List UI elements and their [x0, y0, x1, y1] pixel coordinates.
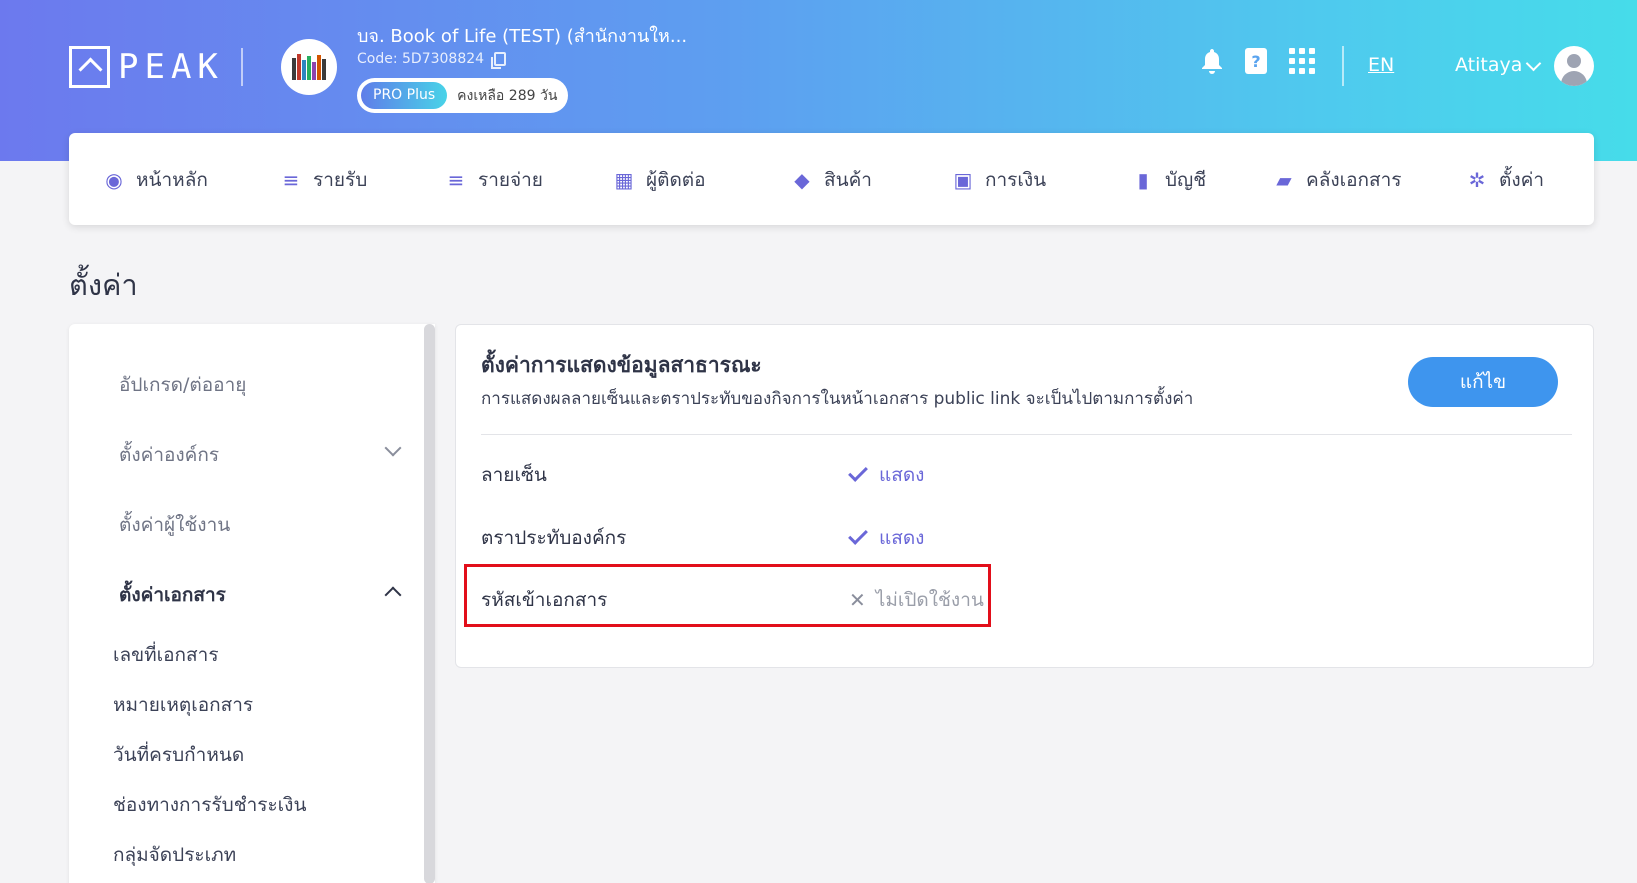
sidebar-subitem-category-group[interactable]: กลุ่มจัดประเภท: [113, 840, 236, 870]
main-nav: ◉ หน้าหลัก ≡ รายรับ ≡ รายจ่าย ▦ ผู้ติดต่…: [69, 133, 1594, 225]
company-code: Code: 5D7308824: [357, 51, 507, 69]
language-switch[interactable]: EN: [1368, 54, 1394, 76]
nav-label: รายรับ: [313, 169, 368, 191]
nav-label: สินค้า: [824, 169, 872, 191]
nav-item-settings[interactable]: ✲ ตั้งค่า: [1465, 165, 1544, 195]
chevron-down-icon[interactable]: [1525, 55, 1542, 72]
money-icon: ▣: [953, 168, 973, 192]
row-value-signature: แสดง: [848, 460, 925, 490]
copy-icon[interactable]: [491, 52, 507, 69]
header-divider: [1342, 46, 1344, 86]
page-title: ตั้งค่า: [69, 268, 138, 302]
nav-item-finance[interactable]: ▣ การเงิน: [951, 165, 1047, 195]
edit-button[interactable]: แก้ไข: [1408, 357, 1558, 407]
user-avatar[interactable]: [1554, 46, 1594, 86]
sidebar-subitem-doc-number[interactable]: เลขที่เอกสาร: [113, 640, 219, 670]
nav-label: บัญชี: [1165, 169, 1207, 191]
sidebar-scrollbar[interactable]: [424, 324, 435, 883]
card-divider: [481, 434, 1572, 435]
nav-item-contacts[interactable]: ▦ ผู้ติดต่อ: [612, 165, 706, 195]
sidebar-subitem-due-date[interactable]: วันที่ครบกำหนด: [113, 740, 244, 770]
header-icons: ?: [1201, 48, 1315, 74]
expense-list-icon: ≡: [447, 168, 465, 192]
nav-label: ผู้ติดต่อ: [646, 169, 706, 191]
logo-divider: [241, 48, 243, 86]
nav-label: รายจ่าย: [478, 169, 543, 191]
box-icon: ◆: [794, 168, 810, 192]
highlight-annotation-box: [464, 564, 991, 627]
row-label-signature: ลายเซ็น: [481, 464, 547, 486]
gear-icon: ✲: [1468, 168, 1486, 192]
nav-label: การเงิน: [985, 169, 1047, 191]
nav-label: หน้าหลัก: [136, 169, 208, 191]
card-title: ตั้งค่าการแสดงข้อมูลสาธารณะ: [481, 353, 762, 377]
nav-item-income[interactable]: ≡ รายรับ: [279, 165, 368, 195]
check-icon: [848, 525, 868, 545]
nav-item-expense[interactable]: ≡ รายจ่าย: [444, 165, 543, 195]
book-shelf-icon: [292, 54, 326, 80]
help-book-icon[interactable]: ?: [1245, 48, 1267, 74]
sidebar-item-users[interactable]: ตั้งค่าผู้ใช้งาน: [119, 510, 230, 540]
company-name[interactable]: บจ. Book of Life (TEST) (สำนักงานให...: [357, 21, 687, 50]
chevron-down-icon[interactable]: [384, 439, 402, 457]
peak-logo-text: PEAK: [118, 47, 224, 87]
plan-badge: PRO Plus: [361, 82, 448, 109]
sidebar-item-upgrade[interactable]: อัปเกรด/ต่ออายุ: [119, 370, 246, 400]
row-value-text: แสดง: [879, 527, 925, 549]
peak-logo-mark: [69, 46, 110, 88]
sidebar-item-organization[interactable]: ตั้งค่าองค์กร: [119, 440, 219, 470]
nav-label: ตั้งค่า: [1499, 169, 1544, 191]
settings-sidebar: อัปเกรด/ต่ออายุ ตั้งค่าองค์กร ตั้งค่าผู้…: [69, 324, 435, 883]
row-value-text: แสดง: [879, 464, 925, 486]
plan-remaining: คงเหลือ 289 วัน: [457, 87, 558, 104]
income-list-icon: ≡: [282, 168, 300, 192]
nav-item-accounts[interactable]: ▮ บัญชี: [1131, 165, 1206, 195]
user-name[interactable]: Atitaya: [1455, 54, 1522, 76]
dashboard-icon: ◉: [105, 168, 123, 192]
company-code-text: Code: 5D7308824: [357, 51, 485, 67]
sidebar-subitem-doc-note[interactable]: หมายเหตุเอกสาร: [113, 690, 253, 720]
check-icon: [848, 462, 868, 482]
nav-item-dashboard[interactable]: ◉ หน้าหลัก: [102, 165, 208, 195]
apps-grid-icon[interactable]: [1289, 48, 1315, 74]
row-label-stamp: ตราประทับองค์กร: [481, 527, 627, 549]
card-description: การแสดงผลลายเซ็นและตราประทับของกิจการในห…: [481, 389, 1194, 409]
row-value-stamp: แสดง: [848, 523, 925, 553]
plan-pill[interactable]: PRO Plus คงเหลือ 289 วัน: [357, 78, 568, 113]
bell-icon[interactable]: [1201, 48, 1223, 74]
chevron-up-icon[interactable]: [384, 586, 402, 604]
nav-item-products[interactable]: ◆ สินค้า: [790, 165, 872, 195]
sidebar-item-documents[interactable]: ตั้งค่าเอกสาร: [119, 580, 226, 610]
folder-icon: ▰: [1276, 168, 1292, 192]
nav-item-documents[interactable]: ▰ คลังเอกสาร: [1272, 165, 1402, 195]
company-avatar[interactable]: [281, 39, 337, 95]
nav-label: คลังเอกสาร: [1306, 169, 1402, 191]
ledger-icon: ▮: [1137, 168, 1149, 192]
peak-logo[interactable]: PEAK: [69, 46, 224, 88]
sidebar-subitem-payment-channel[interactable]: ช่องทางการรับชำระเงิน: [113, 790, 306, 820]
building-icon: ▦: [614, 168, 634, 192]
